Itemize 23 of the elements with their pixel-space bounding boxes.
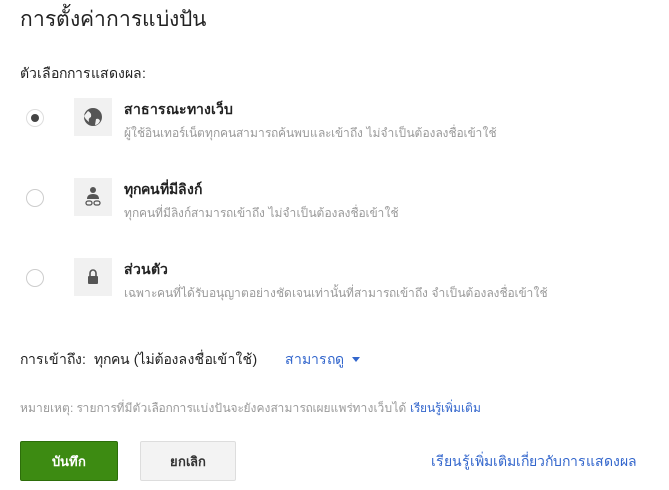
lock-icon xyxy=(74,258,112,296)
globe-icon xyxy=(74,98,112,136)
radio-button[interactable] xyxy=(26,189,44,207)
radio-button[interactable] xyxy=(26,269,44,287)
permission-dropdown[interactable]: สามารถดู xyxy=(285,348,360,370)
cancel-button[interactable]: ยกเลิก xyxy=(140,441,236,481)
save-button[interactable]: บันทึก xyxy=(20,441,118,481)
option-label: ส่วนตัว xyxy=(124,260,169,279)
radio-button[interactable] xyxy=(26,109,44,127)
option-description: ผู้ใช้อินเทอร์เน็ตทุกคนสามารถค้นพบและเข้าถึง ไม่จำเป็นต้องลงชื่อเข้าใช้ xyxy=(124,124,496,142)
note-text: หมายเหตุ: รายการที่มีตัวเลือกการแบ่งปันจะยังคงสามารถเผยแพร่ทางเว็บได้ เรียนรู้เพิ่มเติม xyxy=(20,398,482,417)
caret-icon xyxy=(352,356,360,362)
option-label: ทุกคนที่มีลิงก์ xyxy=(124,178,203,200)
help-link[interactable]: เรียนรู้เพิ่มเติมเกี่ยวกับการแสดงผล xyxy=(431,450,637,472)
option-label: สาธารณะทางเว็บ xyxy=(124,100,234,119)
option-description: เฉพาะคนที่ได้รับอนุญาตอย่างชัดเจนเท่านั้นที่สามารถเข้าถึง จำเป็นต้องลงชื่อเข้าใช้ xyxy=(124,283,548,302)
learn-more-link[interactable]: เรียนรู้เพิ่มเติม xyxy=(410,401,482,415)
option-description: ทุกคนที่มีลิงก์สามารถเข้าถึง ไม่จำเป็นต้องลงชื่อเข้าใช้ xyxy=(124,204,398,222)
dialog-title: การตั้งค่าการแบ่งปัน xyxy=(20,6,649,34)
access-label: การเข้าถึง: xyxy=(20,350,86,369)
access-value: ทุกคน (ไม่ต้องลงชื่อเข้าใช้) xyxy=(94,348,258,370)
person-link-icon xyxy=(74,178,112,216)
section-label: ตัวเลือกการแสดงผล: xyxy=(20,64,147,83)
